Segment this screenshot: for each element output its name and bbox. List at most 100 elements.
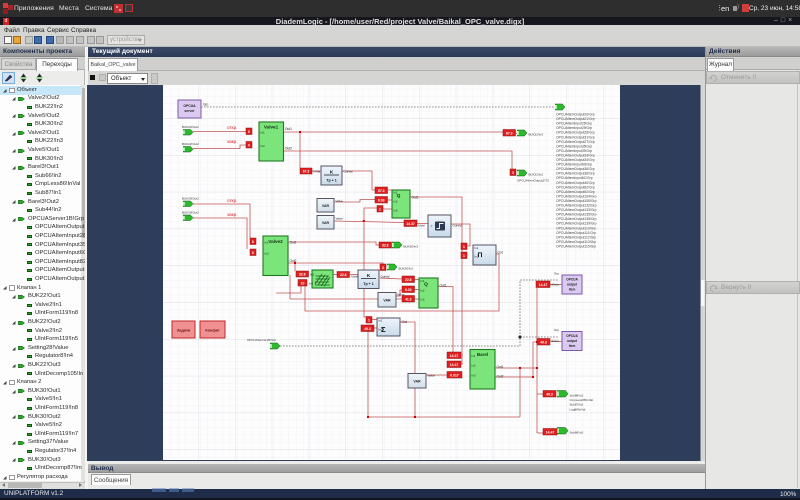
svg-text:In2: In2 [472, 364, 476, 368]
svg-text:InVal: InVal [351, 275, 358, 279]
svg-text:OPCUAItemOutput36!Grp: OPCUAItemOutput36!Grp [556, 167, 595, 171]
svg-text:0.03: 0.03 [378, 198, 385, 202]
svg-text:Value: Value [336, 217, 344, 221]
svg-text:14.37: 14.37 [450, 354, 459, 358]
svg-text:OPCUAItemOutput111!Grp: OPCUAItemOutput111!Grp [556, 231, 596, 235]
svg-text:OPCUAItemInput60!Grp: OPCUAItemInput60!Grp [556, 163, 592, 167]
svg-text:In2: In2 [421, 289, 425, 293]
svg-text:0: 0 [252, 240, 254, 244]
svg-text:закр.: закр. [227, 139, 238, 144]
svg-text:In1: In1 [310, 273, 314, 277]
svg-text:OPCUAItemOutput92!Grp: OPCUAItemOutput92!Grp [556, 190, 595, 194]
svg-text:откр.: откр. [227, 125, 237, 130]
svg-text:OPCUAItemInput39!Grp: OPCUAItemInput39!Grp [556, 149, 592, 153]
svg-text:OPCUAItemOutput110!Grp: OPCUAItemOutput110!Grp [556, 226, 596, 230]
svg-text:InVal: InVal [418, 224, 425, 228]
svg-text:OPCUAItemOutput135!Grp: OPCUAItemOutput135!Grp [556, 213, 597, 217]
svg-text:OPCUAItemOutput27!G: OPCUAItemOutput27!G [517, 179, 550, 183]
svg-text:32.8: 32.8 [299, 272, 306, 276]
svg-text:In2: In2 [394, 200, 398, 204]
svg-text:1: 1 [463, 245, 465, 249]
svg-text:Sub88!In2: Sub88!In2 [570, 394, 584, 398]
svg-text:OPCUA: OPCUA [566, 334, 578, 338]
svg-text:0: 0 [252, 251, 254, 255]
svg-text:In1: In1 [394, 191, 398, 195]
svg-text:40.3: 40.3 [540, 340, 547, 344]
svg-text:In3: In3 [472, 374, 476, 378]
svg-text:OPCUAItemOutput28!Grp: OPCUAItemOutput28!Grp [556, 131, 595, 135]
svg-text:BUK22!Out1: BUK22!Out1 [182, 125, 199, 129]
svg-text:BUK22!In3: BUK22!In3 [529, 133, 544, 137]
svg-text:output: output [567, 283, 578, 287]
svg-text:Grp: Grp [554, 328, 559, 332]
svg-text:In2: In2 [379, 328, 383, 332]
svg-text:OPCUAItemOutput139!Grp: OPCUAItemOutput139!Grp [556, 222, 597, 226]
svg-text:item: item [569, 344, 576, 348]
svg-text:Out: Out [498, 251, 503, 255]
svg-text:BUK30!In3: BUK30!In3 [404, 245, 419, 249]
svg-text:CmpLess86!InVal: CmpLess86!InVal [570, 398, 594, 402]
svg-text:InData: InData [550, 283, 559, 287]
svg-text:3: 3 [512, 171, 514, 175]
svg-text:OutVal: OutVal [381, 275, 390, 279]
svg-text:VAR: VAR [322, 204, 330, 208]
svg-text:item: item [569, 288, 576, 292]
svg-text:Valve2: Valve2 [268, 239, 283, 244]
svg-text:Out1: Out1 [285, 127, 292, 131]
svg-text:67.3: 67.3 [303, 169, 310, 173]
svg-text:OutVal: OutVal [453, 224, 462, 228]
svg-text:0: 0 [248, 143, 250, 147]
svg-text:3: 3 [382, 266, 384, 270]
svg-text:22.8: 22.8 [340, 273, 347, 277]
svg-text:VAR: VAR [383, 298, 391, 302]
svg-text:Grp: Grp [554, 272, 559, 276]
svg-text:Out: Out [402, 320, 407, 324]
svg-text:OPCUAItemOutput106!Grp: OPCUAItemOutput106!Grp [556, 199, 597, 203]
svg-text:OPCUAItemOutput115!Grp: OPCUAItemOutput115!Grp [556, 244, 596, 248]
svg-text:In1: In1 [475, 246, 479, 250]
svg-text:InVal: InVal [314, 170, 321, 174]
svg-text:BUK30!Out1: BUK30!Out1 [182, 197, 199, 201]
svg-text:10: 10 [301, 281, 305, 285]
svg-text:Q: Q [424, 282, 428, 288]
svg-text:Sub87!In2: Sub87!In2 [570, 403, 584, 407]
svg-text:BUK22!Out2: BUK22!Out2 [182, 142, 199, 146]
svg-text:Out1: Out1 [440, 284, 447, 288]
svg-text:OPCUAItemOutput113!Grp: OPCUAItemOutput113!Grp [556, 240, 596, 244]
svg-text:Tp + 1: Tp + 1 [326, 179, 337, 183]
svg-text:OPCUAItemInput6C!Grp: OPCUAItemInput6C!Grp [556, 176, 593, 180]
svg-text:OPCUAItemOutput40!Grp: OPCUAItemOutput40!Grp [556, 181, 595, 185]
svg-text:1: 1 [463, 254, 465, 258]
svg-text:In1: In1 [261, 131, 266, 135]
svg-text:22.8: 22.8 [405, 278, 412, 282]
svg-text:OPCUAItemOutput20!Grp: OPCUAItemOutput20!Grp [556, 113, 595, 117]
svg-text:OPCUAItemOutput104!Grp: OPCUAItemOutput104!Grp [556, 194, 597, 198]
svg-text:14.37: 14.37 [406, 222, 415, 226]
svg-text:откр.: откр. [227, 198, 237, 203]
svg-text:OPCUAItemOutput138!Grp: OPCUAItemOutput138!Grp [556, 217, 597, 221]
svg-text:In3: In3 [394, 209, 398, 213]
svg-text:Задача: Задача [177, 329, 191, 333]
svg-text:output: output [567, 339, 578, 343]
svg-text:In2: In2 [265, 252, 270, 256]
svg-text:server: server [184, 109, 195, 113]
svg-text:OPCUA: OPCUA [566, 278, 578, 282]
svg-text:0: 0 [248, 130, 250, 134]
svg-text:OPCUAServer1R!Grp: OPCUAServer1R!Grp [247, 338, 277, 342]
svg-text:OPCUAItemInput29!Grp: OPCUAItemInput29!Grp [556, 126, 592, 130]
svg-text:Grp: Grp [203, 103, 209, 107]
svg-text:1: 1 [368, 318, 370, 322]
svg-text:OPCUAItemInput26!Grp: OPCUAItemInput26!Grp [556, 122, 592, 126]
svg-text:In2: In2 [309, 282, 313, 286]
svg-text:InData: InData [550, 339, 559, 343]
svg-text:Barel: Barel [477, 352, 488, 357]
svg-text:OPCUAItemOutput132!Grp: OPCUAItemOutput132!Grp [556, 204, 597, 208]
svg-text:OPCUAItemOutput133!Grp: OPCUAItemOutput133!Grp [556, 208, 597, 212]
svg-text:OPCUA: OPCUA [183, 104, 196, 108]
svg-text:OutVal: OutVal [344, 170, 353, 174]
svg-text:14.47: 14.47 [539, 283, 548, 287]
svg-text:Tp + 1: Tp + 1 [363, 282, 374, 286]
svg-text:Lag88!InVal: Lag88!InVal [570, 407, 586, 411]
svg-text:OPCUAItemOutput21!Grp: OPCUAItemOutput21!Grp [556, 117, 595, 121]
svg-text:Sub86!In2: Sub86!In2 [570, 431, 584, 435]
